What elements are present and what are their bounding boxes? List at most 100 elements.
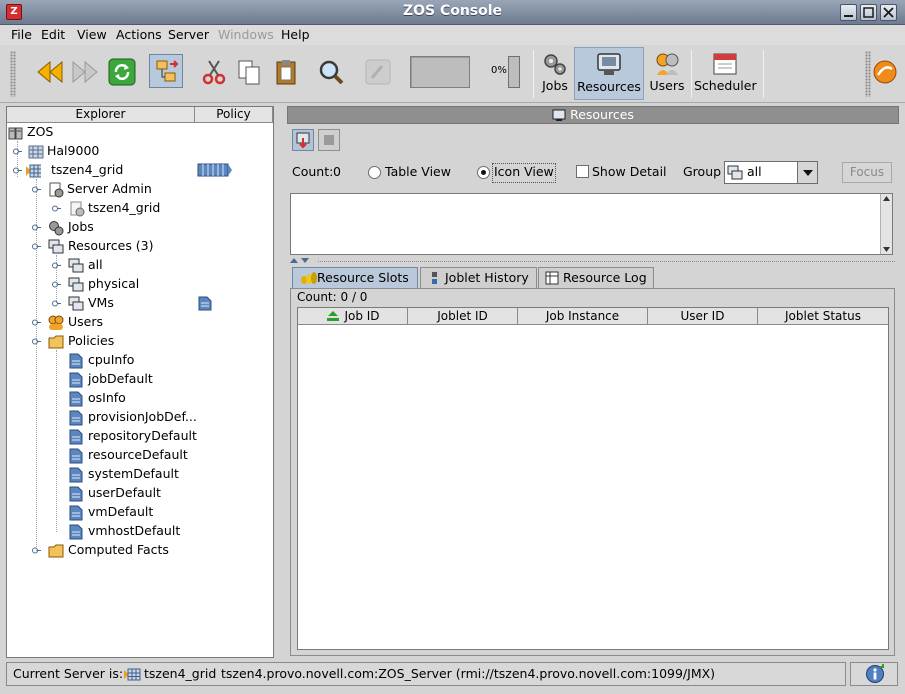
menu-windows[interactable]: Windows	[218, 27, 274, 42]
vms-policy-icon[interactable]	[198, 296, 212, 311]
show-detail-checkbox[interactable]	[576, 165, 589, 178]
users-icon	[48, 315, 64, 330]
stop-button[interactable]	[318, 129, 340, 151]
toggle-tree-button[interactable]	[149, 54, 183, 88]
slots-count: Count: 0 / 0	[297, 290, 368, 304]
tree-label: userDefault	[88, 485, 161, 500]
menu-actions[interactable]: Actions	[116, 27, 162, 42]
icon-view-radio[interactable]	[477, 166, 490, 179]
scheduler-button[interactable]: Scheduler	[694, 47, 757, 100]
focus-button[interactable]: Focus	[842, 162, 892, 183]
column-joblet-status[interactable]: Joblet Status	[758, 308, 888, 325]
menu-view[interactable]: View	[77, 27, 107, 42]
tab-label: Resource Slots	[317, 270, 409, 285]
novell-button[interactable]	[871, 58, 899, 86]
minimize-button[interactable]	[840, 4, 857, 21]
tree-line	[56, 350, 57, 532]
table-view-radio[interactable]	[368, 166, 381, 179]
explorer-panel: Explorer Policy ZOS Hal9000 tszen4_grid	[6, 106, 274, 658]
policy-document-icon	[69, 467, 83, 483]
icon-view-label[interactable]: Icon View	[492, 163, 556, 183]
tree-view-icon	[156, 60, 179, 82]
show-detail-label[interactable]: Show Detail	[592, 163, 667, 183]
minimize-icon	[844, 15, 853, 17]
panel-splitter[interactable]	[276, 106, 284, 658]
users-button[interactable]: Users	[647, 47, 687, 100]
tree-label: Computed Facts	[68, 542, 169, 557]
tree-expander-icon[interactable]	[32, 318, 41, 327]
servers-icon	[8, 127, 23, 140]
monitors-icon	[68, 296, 84, 311]
forward-button[interactable]	[67, 54, 101, 88]
tree-expander-icon[interactable]	[32, 337, 41, 346]
back-button[interactable]	[32, 54, 66, 88]
resource-count-label: Count:	[292, 164, 334, 179]
calendar-icon	[713, 53, 737, 75]
paste-button[interactable]	[268, 54, 302, 88]
tree-label: provisionJobDef...	[88, 409, 197, 424]
tab-resource-slots[interactable]: Resource Slots	[292, 267, 418, 288]
menu-server[interactable]: Server	[168, 27, 209, 42]
menu-edit[interactable]: Edit	[41, 27, 65, 42]
search-button[interactable]	[313, 54, 347, 88]
group-select[interactable]: all	[724, 161, 818, 184]
group-label: Group	[683, 164, 722, 179]
split-divider[interactable]	[318, 261, 895, 262]
tree-label: Hal9000	[47, 143, 100, 158]
current-server-name: tszen4_grid	[144, 666, 217, 681]
document-gear-icon	[49, 182, 64, 198]
resources-panel-title: Resources	[570, 107, 634, 122]
resources-button[interactable]: Resources	[574, 47, 644, 100]
tree-label: repositoryDefault	[88, 428, 197, 443]
info-button[interactable]	[850, 662, 898, 686]
group-select-arrow[interactable]	[797, 162, 817, 183]
column-user-id[interactable]: User ID	[648, 308, 758, 325]
tree-expander-icon[interactable]	[52, 261, 61, 270]
tab-label: Resource Log	[563, 270, 647, 285]
title-bar[interactable]: Z ZOS Console	[0, 0, 905, 25]
tree-label: Server Admin	[67, 181, 152, 196]
tree-expander-icon[interactable]	[13, 147, 22, 156]
current-server-label: Current Server is:	[13, 666, 124, 681]
tree-expander-icon[interactable]	[32, 546, 41, 555]
tree-leaf-icon	[52, 205, 61, 212]
jobs-button[interactable]: Jobs	[538, 47, 572, 100]
column-joblet-id[interactable]: Joblet ID	[408, 308, 518, 325]
maximize-button[interactable]	[860, 4, 877, 21]
tree-expander-icon[interactable]	[52, 280, 61, 289]
tab-resource-log[interactable]: Resource Log	[538, 267, 654, 288]
resource-action-button[interactable]	[292, 129, 314, 151]
tree-expander-icon[interactable]	[32, 223, 41, 232]
magnifier-icon	[319, 60, 344, 85]
cut-button[interactable]	[196, 54, 230, 88]
close-button[interactable]	[880, 4, 897, 21]
edit-button[interactable]	[360, 54, 394, 88]
refresh-button[interactable]	[104, 54, 138, 88]
policy-column-header[interactable]: Policy	[195, 107, 273, 123]
resource-slots-table[interactable]: Job ID Joblet ID Job Instance User ID Jo…	[297, 307, 889, 650]
resource-icon-view[interactable]	[290, 193, 893, 255]
tree-expander-icon[interactable]	[13, 166, 22, 175]
tab-label: Joblet History	[445, 270, 529, 285]
column-job-id[interactable]: Job ID	[298, 308, 408, 325]
tab-joblet-history[interactable]: Joblet History	[420, 267, 537, 288]
explorer-column-header[interactable]: Explorer	[7, 107, 195, 123]
progress-bar	[508, 56, 520, 88]
table-view-label[interactable]: Table View	[385, 163, 451, 183]
clipboard-icon	[276, 60, 296, 85]
grid-policy-icon[interactable]	[197, 163, 233, 178]
column-job-instance[interactable]: Job Instance	[518, 308, 648, 325]
tree-expander-icon[interactable]	[32, 185, 41, 194]
tree-expander-icon[interactable]	[52, 299, 61, 308]
split-arrows-icon[interactable]	[289, 257, 313, 265]
toolbar-grip[interactable]	[10, 51, 16, 97]
tree-expander-icon[interactable]	[32, 242, 41, 251]
monitor-icon	[597, 53, 621, 75]
copy-button[interactable]	[231, 54, 265, 88]
icon-view-scrollbar[interactable]	[880, 194, 892, 254]
monitors-icon	[68, 277, 84, 292]
tree-label: physical	[88, 276, 140, 291]
menu-help[interactable]: Help	[281, 27, 310, 42]
menu-file[interactable]: File	[11, 27, 32, 42]
toolbar-separator	[763, 50, 764, 98]
